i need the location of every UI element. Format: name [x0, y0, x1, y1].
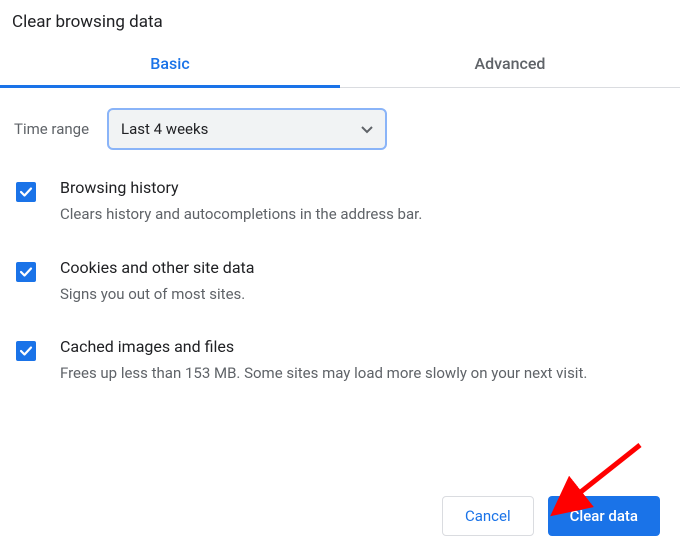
time-range-label: Time range — [14, 120, 89, 138]
tab-advanced[interactable]: Advanced — [340, 40, 680, 87]
checkbox-cookies[interactable] — [16, 262, 36, 282]
dialog-title: Clear browsing data — [0, 0, 680, 40]
cancel-button[interactable]: Cancel — [442, 496, 534, 536]
tab-bar: Basic Advanced — [0, 40, 680, 88]
time-range-value: Last 4 weeks — [121, 120, 208, 138]
checkmark-icon — [19, 265, 33, 279]
dialog-content: Time range Last 4 weeks Browsing history… — [0, 88, 680, 385]
clear-data-button[interactable]: Clear data — [548, 496, 660, 536]
dropdown-caret-icon — [361, 120, 373, 138]
option-description: Signs you out of most sites. — [60, 283, 254, 306]
tab-basic[interactable]: Basic — [0, 40, 340, 87]
option-title: Cached images and files — [60, 337, 587, 356]
checkbox-cached[interactable] — [16, 341, 36, 361]
time-range-select[interactable]: Last 4 weeks — [107, 108, 387, 150]
checkmark-icon — [19, 344, 33, 358]
option-browsing-history: Browsing history Clears history and auto… — [14, 178, 666, 226]
option-title: Browsing history — [60, 178, 422, 197]
dialog-footer: Cancel Clear data — [442, 496, 660, 536]
option-cookies: Cookies and other site data Signs you ou… — [14, 258, 666, 306]
checkmark-icon — [19, 185, 33, 199]
checkbox-browsing-history[interactable] — [16, 182, 36, 202]
option-cached: Cached images and files Frees up less th… — [14, 337, 666, 385]
option-description: Clears history and autocompletions in th… — [60, 203, 422, 226]
option-title: Cookies and other site data — [60, 258, 254, 277]
time-range-row: Time range Last 4 weeks — [14, 108, 666, 150]
option-description: Frees up less than 153 MB. Some sites ma… — [60, 362, 587, 385]
